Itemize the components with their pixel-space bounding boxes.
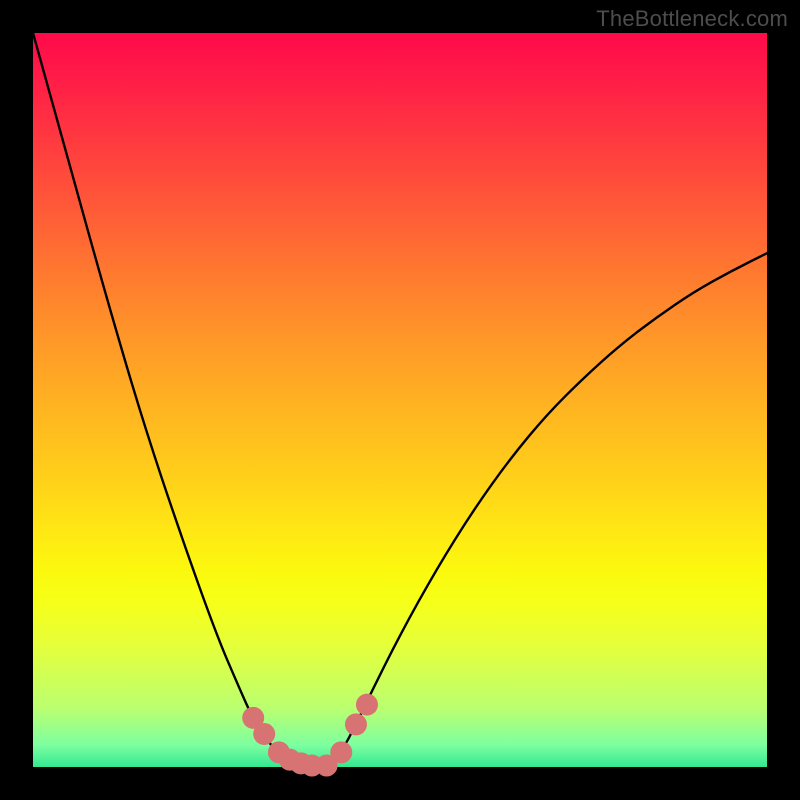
curve-markers (242, 694, 378, 777)
marker-dot (356, 694, 378, 716)
marker-dot (345, 713, 367, 735)
watermark-text: TheBottleneck.com (596, 6, 788, 32)
chart-svg (33, 33, 767, 767)
outer-frame: TheBottleneck.com (0, 0, 800, 800)
plot-area (33, 33, 767, 767)
bottleneck-curve (33, 33, 767, 767)
marker-dot (330, 741, 352, 763)
marker-dot (253, 723, 275, 745)
